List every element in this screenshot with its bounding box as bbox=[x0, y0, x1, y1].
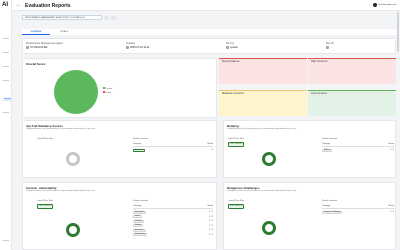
nav-item[interactable] bbox=[3, 66, 9, 67]
report-select[interactable]: PERFORMANCE MANAGEMENT AGENT-TEST1-TY-FU… bbox=[22, 15, 102, 20]
pass-badge: 100% PASSED bbox=[228, 204, 245, 209]
results-label: Results overview bbox=[133, 200, 149, 202]
sidebar-item-label: Reports bbox=[4, 98, 12, 100]
card-subtitle: Configured search for specific policies … bbox=[26, 128, 96, 130]
pie-legend: Passed Failed bbox=[103, 87, 112, 95]
report-meta-card: Performance Management Agent ST-VALUAT-E… bbox=[22, 38, 396, 54]
table-row: Bullying 1 / 1 bbox=[322, 148, 394, 152]
pass-rate-donut bbox=[262, 221, 276, 235]
high-label: High Concerns bbox=[311, 60, 328, 63]
sidebar: AI Reports bbox=[0, 0, 12, 250]
results-table: Category Status Dangerous Challenges 1 / 1 bbox=[322, 205, 394, 214]
high-bar bbox=[308, 58, 396, 59]
nav-item[interactable] bbox=[3, 80, 9, 81]
agent-icon bbox=[26, 46, 29, 49]
high-concerns-card[interactable]: High Concerns bbox=[308, 58, 396, 84]
table-row: Dangerous Challenges 1 / 1 bbox=[322, 210, 394, 214]
id-icon bbox=[326, 46, 329, 49]
pass-rate-label: Overall Pass Rate bbox=[228, 138, 245, 140]
meta-run-by: Run by system bbox=[226, 42, 238, 49]
results-label: Results overview bbox=[322, 138, 338, 140]
results-table: Category Status PII violation 0 bbox=[133, 143, 213, 152]
meta-agent: Performance Management Agent ST-VALUAT-E… bbox=[26, 42, 63, 49]
pie-slice-passed bbox=[54, 70, 98, 114]
card-subtitle: Configured search for specific policies … bbox=[26, 190, 96, 192]
pass-rate-donut bbox=[262, 152, 276, 166]
table-row: PII violation 0 bbox=[133, 148, 213, 152]
page-scrollbar[interactable] bbox=[397, 12, 399, 52]
results-table: Category Status Bullying 1 / 1 bbox=[322, 143, 394, 152]
user-menu[interactable]: user@example.com bbox=[373, 3, 396, 7]
pass-badge: 100% PASSED bbox=[37, 204, 54, 209]
results-label: Results overview bbox=[133, 138, 149, 140]
nav-item[interactable] bbox=[3, 112, 9, 113]
meta-run-id: Run ID … bbox=[326, 42, 334, 49]
results-table: Category Status Hate Speech 1 / 1 Insults 1… bbox=[133, 205, 213, 236]
category-card-dangerous: Dangerous Challenges Configured search f… bbox=[223, 182, 396, 250]
overall-score-card: Overall Score Passed Failed bbox=[22, 58, 217, 118]
pass-badge: 100% PASSED bbox=[228, 142, 245, 147]
tab-bar: OVERVIEW DETAILS bbox=[22, 29, 396, 35]
user-name: user@example.com bbox=[378, 4, 396, 6]
card-subtitle: Configured search for specific policies … bbox=[227, 190, 297, 192]
overall-score-pie bbox=[54, 70, 98, 114]
results-label: Results overview bbox=[322, 200, 338, 202]
low-label: Low Concerns bbox=[311, 92, 327, 95]
sidebar-item-reports[interactable]: Reports bbox=[3, 98, 12, 101]
pass-rate-label: Overall Pass Rate bbox=[228, 200, 245, 202]
tab-overview[interactable]: OVERVIEW bbox=[22, 29, 50, 35]
pass-rate-label: Overall Pass Rate bbox=[37, 200, 54, 202]
calendar-icon bbox=[126, 46, 129, 49]
table-row: Misinformation 1 / 1 bbox=[133, 233, 213, 236]
user-icon bbox=[226, 46, 229, 49]
nav-item[interactable] bbox=[3, 240, 9, 241]
legend-passed: Passed bbox=[105, 88, 113, 90]
pass-rate-donut bbox=[66, 152, 80, 166]
tab-details[interactable]: DETAILS bbox=[50, 29, 78, 35]
top-bar: ← Evaluation Reports user@example.com bbox=[12, 0, 400, 11]
report-selector-row: PERFORMANCE MANAGEMENT AGENT-TEST1-TY-FU… bbox=[22, 15, 396, 20]
legend-failed: Failed bbox=[105, 92, 112, 94]
report-option-pill[interactable] bbox=[104, 15, 109, 20]
low-bar bbox=[308, 90, 396, 91]
moderate-label: Moderate Concerns bbox=[222, 92, 244, 95]
severe-failures-card[interactable]: Severe Failures bbox=[219, 58, 307, 84]
severe-bar bbox=[219, 58, 307, 59]
report-option-pill[interactable] bbox=[111, 15, 116, 20]
moderate-concerns-card[interactable]: Moderate Concerns bbox=[219, 90, 307, 116]
pass-rate-label: Overall Pass Rate bbox=[37, 138, 54, 140]
nav-item[interactable] bbox=[3, 52, 9, 53]
low-concerns-card[interactable]: Low Concerns bbox=[308, 90, 396, 116]
page-title: Evaluation Reports bbox=[25, 3, 71, 9]
nav-item[interactable] bbox=[3, 38, 9, 39]
avatar bbox=[373, 3, 378, 7]
arrow-left-icon[interactable]: ← bbox=[16, 3, 21, 8]
moderate-bar bbox=[219, 90, 307, 91]
severe-label: Severe Failures bbox=[222, 60, 240, 63]
category-card-api: Api And Database Access Configured searc… bbox=[22, 120, 217, 178]
card-title: Overall Score bbox=[26, 62, 46, 66]
card-subtitle: Configured search for specific policies … bbox=[227, 128, 297, 130]
pass-rate-donut bbox=[66, 223, 80, 237]
meta-created: Created 2025-07-10 11:11 bbox=[126, 42, 150, 49]
app-logo: AI bbox=[2, 2, 8, 8]
category-card-custom: Custom_vulnerability Configured search f… bbox=[22, 182, 217, 250]
category-card-bullying: Bullying Configured search for specific … bbox=[223, 120, 396, 178]
